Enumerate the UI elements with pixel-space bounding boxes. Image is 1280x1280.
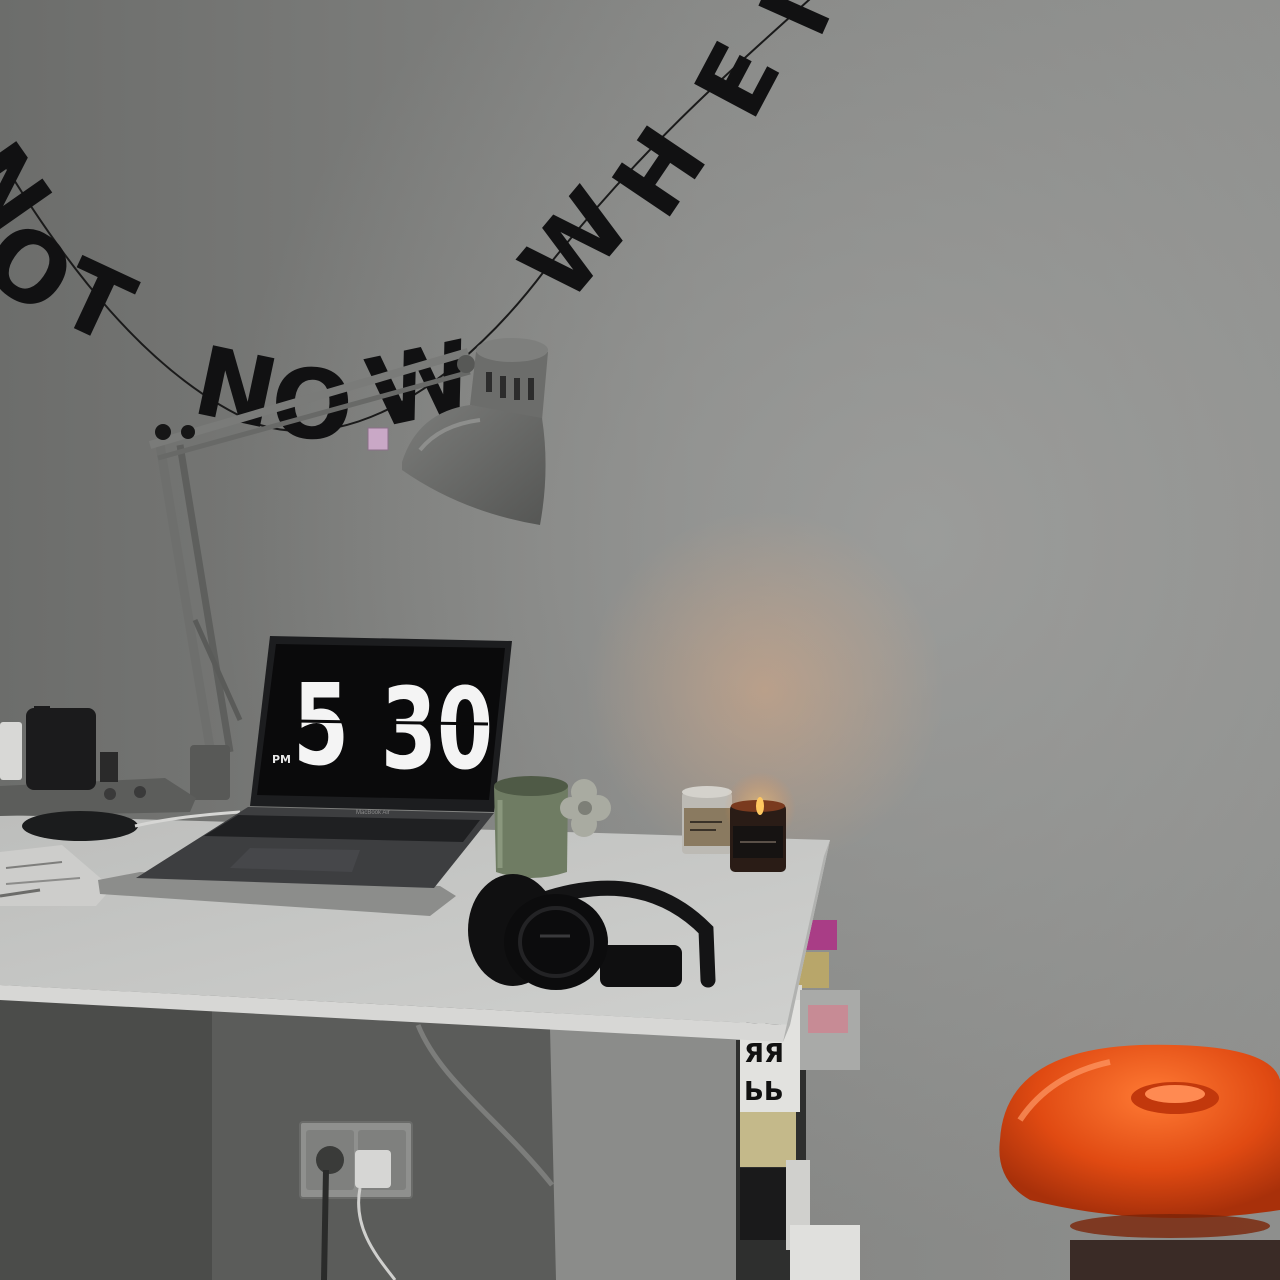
desk-scene: N O T N O W W H E N Р (0, 0, 1280, 1280)
clock-minute: 30 (381, 665, 493, 796)
laptop-brand-label: MacBook Air (356, 810, 390, 816)
laptop-trackpad (230, 848, 360, 872)
candle-flame (756, 797, 764, 815)
clock-period: PM (272, 753, 291, 766)
book-spine-text: ЯЯ (744, 1039, 784, 1069)
clear-candle-jar (682, 786, 732, 854)
lamp-knob (155, 424, 171, 440)
garland-pendant (367, 427, 389, 451)
flip-clock: 5 30 PM (272, 661, 493, 796)
desk-leg (550, 1028, 736, 1280)
clock-hour: 5 (293, 661, 349, 792)
mouse (22, 811, 138, 841)
lamp-clamp (190, 745, 230, 800)
lamp-knob (181, 425, 195, 439)
under-desk (0, 995, 736, 1280)
book-spine-text: ЬЬ (744, 1077, 784, 1107)
amber-candle (724, 772, 796, 872)
